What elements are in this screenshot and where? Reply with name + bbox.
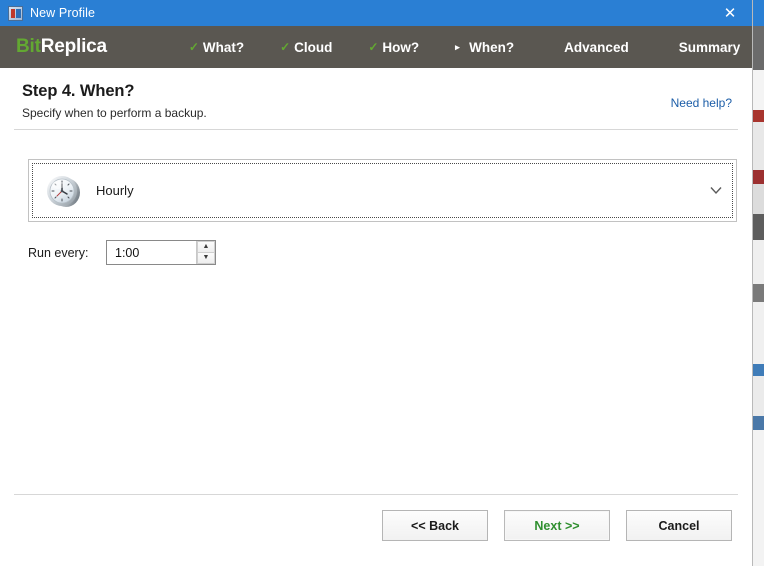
desktop-streak <box>753 376 764 416</box>
run-every-row: Run every: 1:00 ▲ ▼ <box>28 240 216 265</box>
brand-logo-second: Replica <box>40 36 107 57</box>
check-icon: ✓ <box>188 40 199 54</box>
interval-value: 1:00 <box>115 245 140 260</box>
window-title: New Profile <box>30 6 96 20</box>
desktop-streak <box>753 430 764 566</box>
nav-item-advanced[interactable]: Advanced <box>550 40 629 55</box>
nav-item-label: Summary <box>678 39 741 55</box>
desktop-streak <box>753 302 764 364</box>
wizard-navbar: BitReplica ✓ What? ✓ Cloud ✓ How? ▸ When… <box>0 26 752 68</box>
step-body: Hourly Run every: 1:00 ▲ ▼ <box>0 130 752 500</box>
run-every-label: Run every: <box>28 245 89 260</box>
desktop-streak <box>753 170 764 184</box>
application-icon <box>8 5 23 21</box>
step-header: Step 4. When? Specify when to perform a … <box>0 68 752 124</box>
clock-icon <box>43 171 83 211</box>
nav-item-label: How? <box>382 39 420 55</box>
desktop-streak <box>753 240 764 284</box>
dialog-footer: << Back Next >> Cancel <box>0 494 752 566</box>
desktop-streak <box>753 70 764 110</box>
page-title: Step 4. When? <box>22 82 135 100</box>
nav-item-label: When? <box>469 39 515 55</box>
brand-logo-first: Bit <box>16 36 41 57</box>
nav-item-label: What? <box>202 39 245 55</box>
interval-input[interactable]: 1:00 ▲ ▼ <box>106 240 216 265</box>
stepper-up-icon[interactable]: ▲ <box>197 241 215 253</box>
arrow-right-icon: ▸ <box>455 41 460 52</box>
nav-item-label: Advanced <box>564 39 629 55</box>
need-help-link[interactable]: Need help? <box>671 96 732 110</box>
nav-item-what[interactable]: ✓ What? <box>189 40 244 55</box>
desktop-streak <box>753 184 764 214</box>
brand-logo: BitReplica <box>16 36 107 58</box>
desktop-streak <box>753 364 764 376</box>
combobox-content: Hourly <box>29 160 736 221</box>
schedule-type-combobox[interactable]: Hourly <box>28 159 737 222</box>
next-button[interactable]: Next >> <box>504 510 610 541</box>
footer-button-group: << Back Next >> Cancel <box>0 495 752 541</box>
check-icon: ✓ <box>368 40 379 54</box>
close-icon[interactable]: ✕ <box>708 0 752 26</box>
back-button[interactable]: << Back <box>382 510 488 541</box>
desktop-streak <box>753 26 764 70</box>
schedule-selected-label: Hourly <box>96 183 134 198</box>
nav-item-cloud[interactable]: ✓ Cloud <box>280 40 332 55</box>
interval-stepper[interactable]: ▲ ▼ <box>196 241 215 264</box>
desktop-streak <box>753 416 764 430</box>
check-icon: ✓ <box>280 40 291 54</box>
desktop-streak <box>753 110 764 122</box>
desktop-streak <box>753 122 764 170</box>
nav-item-summary[interactable]: Summary <box>665 40 741 55</box>
nav-item-when[interactable]: ▸ When? <box>455 40 514 55</box>
stepper-down-icon[interactable]: ▼ <box>197 252 215 264</box>
desktop-streak <box>753 0 764 26</box>
cancel-button[interactable]: Cancel <box>626 510 732 541</box>
chevron-down-icon[interactable] <box>709 184 722 197</box>
window-titlebar: New Profile ✕ <box>0 0 752 26</box>
desktop-streak <box>753 214 764 240</box>
new-profile-window: New Profile ✕ BitReplica ✓ What? ✓ Cloud… <box>0 0 753 566</box>
page-subtitle: Specify when to perform a backup. <box>22 106 207 120</box>
desktop-streak <box>753 284 764 302</box>
nav-item-label: Cloud <box>294 39 333 55</box>
nav-item-how[interactable]: ✓ How? <box>368 40 419 55</box>
